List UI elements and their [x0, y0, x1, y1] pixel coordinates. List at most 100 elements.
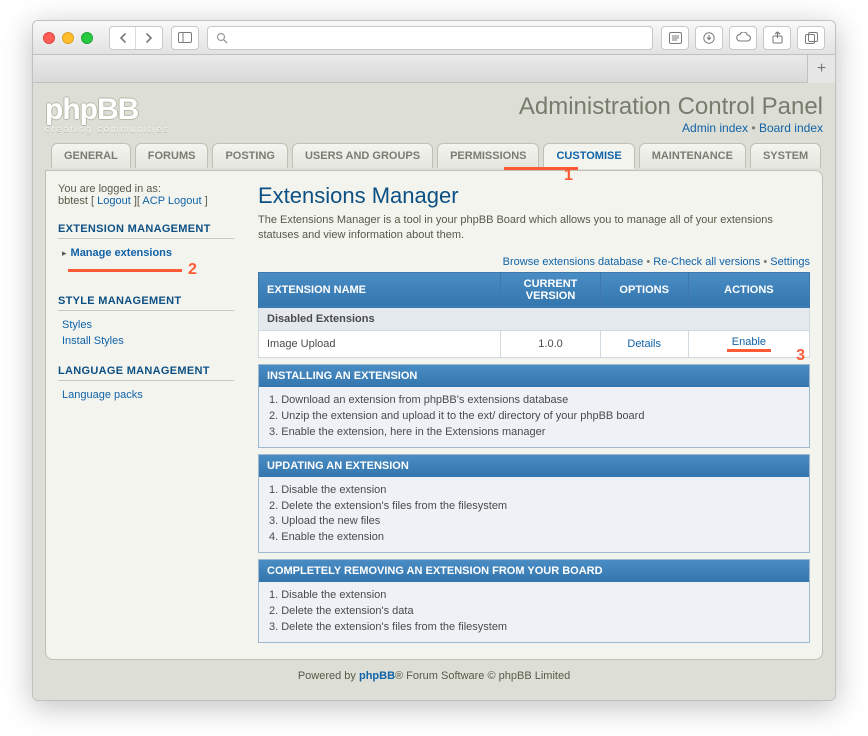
table-row: Image Upload 1.0.0 Details Enable 3	[259, 330, 810, 357]
side-section-language: LANGUAGE MANAGEMENT Language packs	[58, 365, 234, 403]
sidebar: You are logged in as: bbtest [ Logout ][…	[58, 183, 234, 643]
help-line: 1. Disable the extension	[269, 483, 799, 499]
forward-button[interactable]	[136, 27, 162, 49]
ext-option-cell: Details	[600, 330, 688, 357]
install-styles-link[interactable]: Install Styles	[62, 335, 124, 347]
header-right: Administration Control Panel Admin index…	[519, 93, 823, 135]
login-user: bbtest	[58, 195, 88, 207]
help-line: 1. Download an extension from phpBB's ex…	[269, 393, 799, 409]
sidebar-toggle-button[interactable]	[171, 26, 199, 50]
acp-logout-link[interactable]: ACP Logout	[142, 195, 201, 207]
help-hdr-install: INSTALLING AN EXTENSION	[259, 365, 809, 387]
page-title: Administration Control Panel	[519, 93, 823, 121]
cloud-button[interactable]	[729, 26, 757, 50]
main-content: Extensions Manager The Extensions Manage…	[258, 183, 810, 643]
toolbar-right	[661, 26, 825, 50]
footer: Powered by phpBB® Forum Software © phpBB…	[45, 660, 823, 684]
sidebar-item-language-packs[interactable]: Language packs	[58, 387, 234, 403]
tab-general[interactable]: GENERAL	[51, 143, 131, 168]
login-status: You are logged in as: bbtest [ Logout ][…	[58, 183, 234, 207]
help-line: 3. Upload the new files	[269, 514, 799, 530]
tab-permissions[interactable]: PERMISSIONS	[437, 143, 539, 168]
help-body-update: 1. Disable the extension 2. Delete the e…	[259, 477, 809, 553]
tab-forums[interactable]: FORUMS	[135, 143, 209, 168]
details-link[interactable]: Details	[627, 338, 661, 350]
minimize-icon[interactable]	[62, 32, 74, 44]
content-toolbar: Browse extensions database • Re-Check al…	[258, 256, 810, 268]
tab-system[interactable]: SYSTEM	[750, 143, 821, 168]
table-header-row: EXTENSION NAME CURRENT VERSION OPTIONS A…	[259, 272, 810, 307]
side-header-style: STYLE MANAGEMENT	[58, 295, 234, 311]
admin-index-link[interactable]: Admin index	[682, 121, 748, 135]
sidebar-item-styles[interactable]: Styles	[58, 317, 234, 333]
close-icon[interactable]	[43, 32, 55, 44]
content-intro: The Extensions Manager is a tool in your…	[258, 213, 810, 244]
enable-link[interactable]: Enable	[732, 336, 766, 348]
logout-link[interactable]: Logout	[97, 195, 131, 207]
tab-posting[interactable]: POSTING	[212, 143, 288, 168]
new-tab-button[interactable]: +	[807, 55, 835, 83]
help-removing: COMPLETELY REMOVING AN EXTENSION FROM YO…	[258, 559, 810, 643]
side-header-language: LANGUAGE MANAGEMENT	[58, 365, 234, 381]
col-options: OPTIONS	[600, 272, 688, 307]
language-packs-link[interactable]: Language packs	[62, 389, 143, 401]
sidebar-item-install-styles[interactable]: Install Styles	[58, 333, 234, 349]
styles-link[interactable]: Styles	[62, 319, 92, 331]
help-line: 2. Unzip the extension and upload it to …	[269, 409, 799, 425]
tab-customise[interactable]: CUSTOMISE	[543, 143, 634, 169]
sidebar-item-manage-extensions[interactable]: ▸ Manage extensions	[58, 245, 234, 261]
sep: •	[646, 256, 650, 268]
breadcrumb: Admin index • Board index	[519, 121, 823, 135]
footer-pre: Powered by	[298, 670, 359, 682]
help-hdr-remove: COMPLETELY REMOVING AN EXTENSION FROM YO…	[259, 560, 809, 582]
help-body-install: 1. Download an extension from phpBB's ex…	[259, 387, 809, 447]
share-button[interactable]	[763, 26, 791, 50]
help-line: 4. Enable the extension	[269, 530, 799, 546]
page: phpBB creating communities Administratio…	[33, 83, 835, 700]
downloads-button[interactable]	[695, 26, 723, 50]
help-body-remove: 1. Disable the extension 2. Delete the e…	[259, 582, 809, 642]
help-line: 2. Delete the extension's files from the…	[269, 499, 799, 515]
browse-db-link[interactable]: Browse extensions database	[503, 256, 644, 268]
ext-action-cell: Enable 3	[688, 330, 809, 357]
col-name: EXTENSION NAME	[259, 272, 501, 307]
side-section-style: STYLE MANAGEMENT Styles Install Styles	[58, 295, 234, 349]
help-line: 3. Delete the extension's files from the…	[269, 620, 799, 636]
settings-link[interactable]: Settings	[770, 256, 810, 268]
page-header: phpBB creating communities Administratio…	[45, 93, 823, 135]
tabs-button[interactable]	[797, 26, 825, 50]
help-hdr-update: UPDATING AN EXTENSION	[259, 455, 809, 477]
board-index-link[interactable]: Board index	[759, 121, 823, 135]
back-button[interactable]	[110, 27, 136, 49]
col-actions: ACTIONS	[688, 272, 809, 307]
tab-users-groups[interactable]: USERS AND GROUPS	[292, 143, 433, 168]
window-controls	[43, 32, 93, 44]
address-bar[interactable]	[207, 26, 653, 50]
zoom-icon[interactable]	[81, 32, 93, 44]
content-heading: Extensions Manager	[258, 183, 810, 209]
tab-maintenance[interactable]: MAINTENANCE	[639, 143, 746, 168]
extensions-table: EXTENSION NAME CURRENT VERSION OPTIONS A…	[258, 272, 810, 358]
callout-1: 1	[564, 167, 573, 185]
ext-name: Image Upload	[259, 330, 501, 357]
manage-extensions-link[interactable]: Manage extensions	[71, 247, 172, 259]
reader-button[interactable]	[661, 26, 689, 50]
logo-tagline: creating communities	[45, 124, 170, 134]
footer-post: ® Forum Software © phpBB Limited	[395, 670, 570, 682]
help-line: 2. Delete the extension's data	[269, 604, 799, 620]
recheck-link[interactable]: Re-Check all versions	[653, 256, 760, 268]
help-updating: UPDATING AN EXTENSION 1. Disable the ext…	[258, 454, 810, 554]
sep: •	[763, 256, 767, 268]
footer-brand-link[interactable]: phpBB	[359, 670, 395, 682]
callout-underline-2	[68, 269, 182, 272]
logo: phpBB creating communities	[45, 93, 170, 134]
login-prefix: You are logged in as:	[58, 183, 161, 195]
nav-back-forward	[109, 26, 163, 50]
search-icon	[216, 32, 228, 44]
side-section-extension: EXTENSION MANAGEMENT ▸ Manage extensions…	[58, 223, 234, 279]
callout-3: 3	[796, 347, 805, 365]
col-version: CURRENT VERSION	[501, 272, 600, 307]
tab-strip: +	[33, 55, 835, 83]
titlebar	[33, 21, 835, 55]
main-tabs: GENERAL FORUMS POSTING USERS AND GROUPS …	[45, 143, 823, 168]
